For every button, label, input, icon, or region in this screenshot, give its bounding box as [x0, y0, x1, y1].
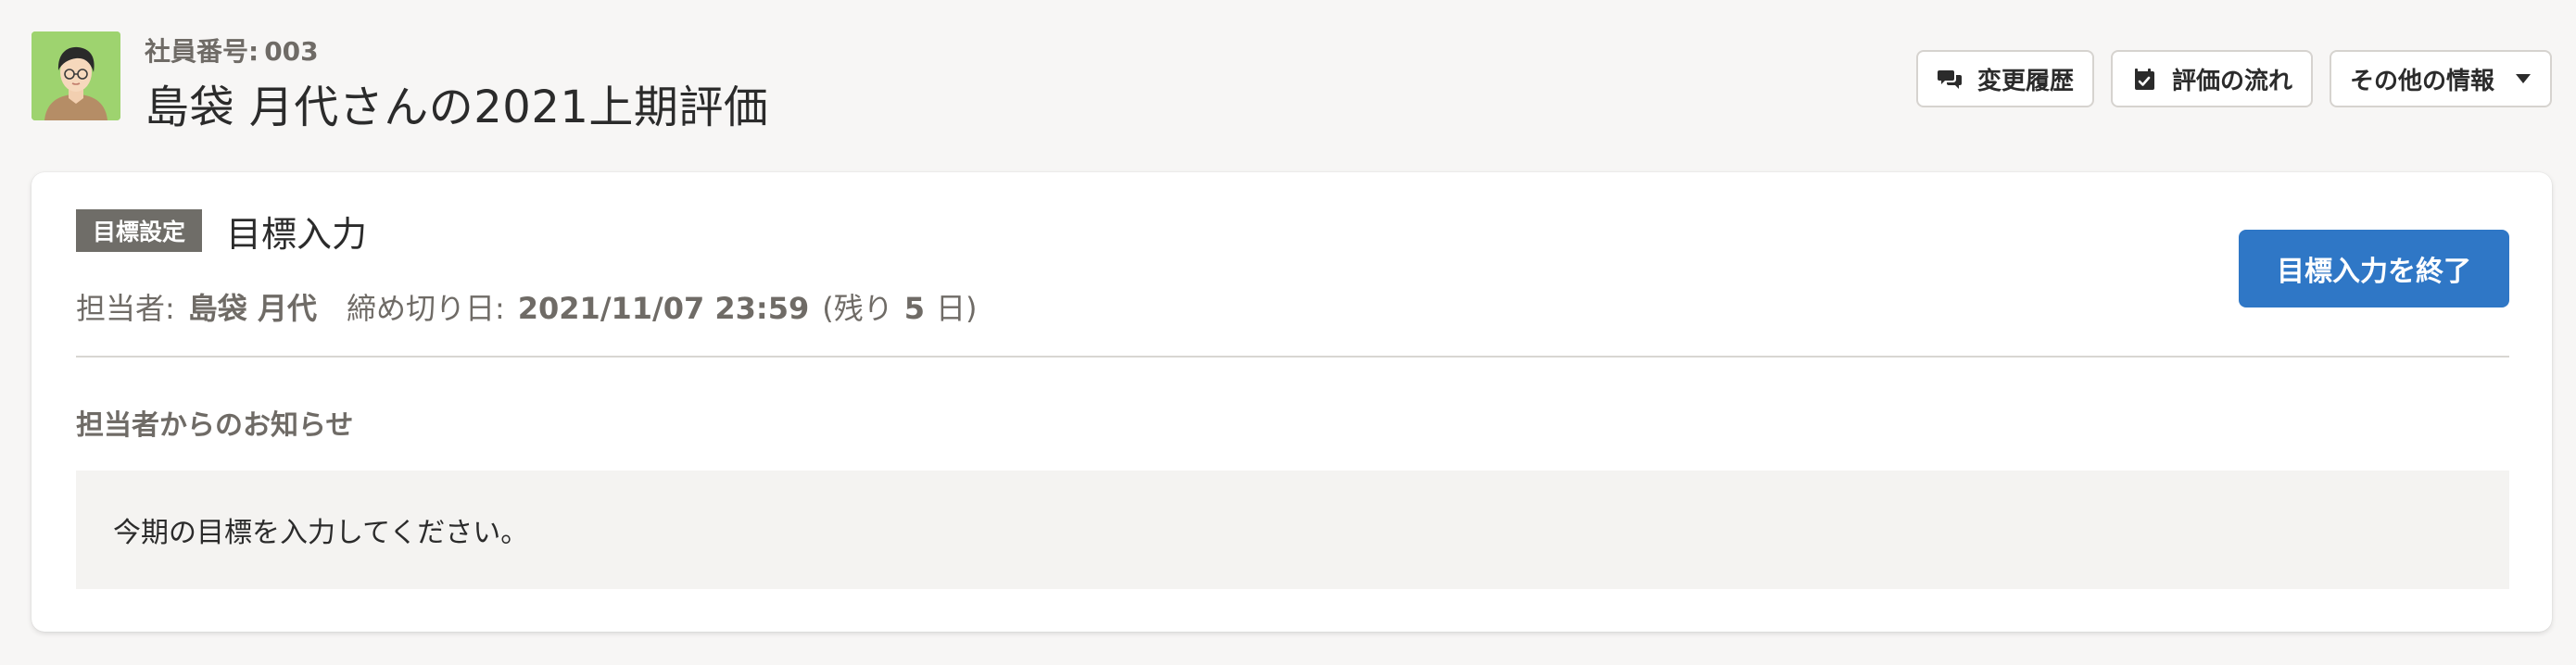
- remaining-days: 5: [903, 291, 926, 326]
- avatar: [32, 31, 120, 120]
- remaining-suffix: 日): [936, 291, 978, 326]
- calendar-check-icon: [2131, 66, 2157, 92]
- comments-icon: [1937, 66, 1963, 92]
- deadline-value: 2021/11/07 23:59: [517, 291, 810, 326]
- divider: [76, 356, 2509, 358]
- page-title: 島袋 月代さんの2021上期評価: [145, 82, 769, 133]
- page-header: 社員番号: 003 島袋 月代さんの2021上期評価 変更履歴 評価の流れ その…: [32, 31, 2552, 133]
- employee-number-label: 社員番号:: [145, 36, 259, 67]
- other-info-dropdown[interactable]: その他の情報: [2329, 50, 2552, 107]
- change-history-label: 変更履歴: [1976, 67, 2074, 95]
- assignee-label: 担当者:: [76, 291, 175, 326]
- phase-badge: 目標設定: [76, 209, 203, 252]
- finish-goal-input-button[interactable]: 目標入力を終了: [2239, 230, 2509, 307]
- notice-heading: 担当者からのお知らせ: [76, 409, 354, 442]
- phase-title: 目標入力: [226, 214, 368, 255]
- notice-box: 今期の目標を入力してください。: [76, 471, 2509, 589]
- evaluation-flow-label: 評価の流れ: [2171, 67, 2292, 95]
- evaluation-phase-card: 目標設定 目標入力 担当者: 島袋 月代 締め切り日: 2021/11/07 2…: [32, 172, 2552, 632]
- assignee-name: 島袋 月代: [187, 291, 317, 326]
- header-actions: 変更履歴 評価の流れ その他の情報: [1915, 50, 2552, 107]
- phase-meta: 担当者: 島袋 月代 締め切り日: 2021/11/07 23:59 (残り 5…: [76, 285, 978, 328]
- other-info-label: その他の情報: [2349, 67, 2494, 95]
- avatar-illustration: [32, 31, 120, 120]
- chevron-down-icon: [2515, 73, 2532, 84]
- remaining-prefix: (残り: [822, 291, 893, 326]
- deadline-label: 締め切り日:: [346, 291, 505, 326]
- employee-number: 社員番号: 003: [145, 31, 319, 69]
- employee-number-value: 003: [264, 36, 319, 67]
- notice-text: 今期の目標を入力してください。: [113, 517, 529, 549]
- evaluation-flow-button[interactable]: 評価の流れ: [2110, 50, 2313, 107]
- change-history-button[interactable]: 変更履歴: [1915, 50, 2094, 107]
